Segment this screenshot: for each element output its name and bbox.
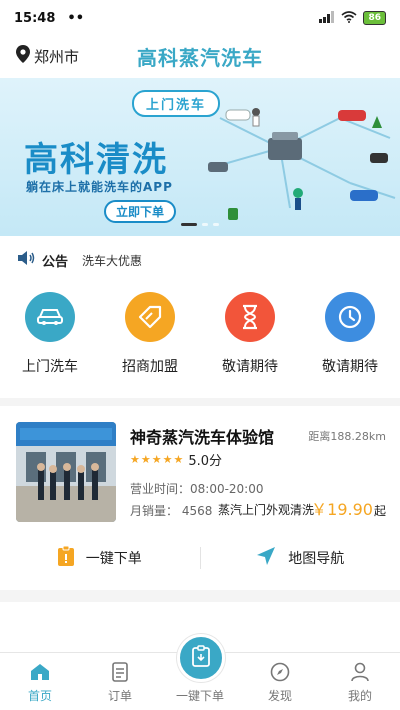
monthly-sales: 月销量： 4568 [130, 504, 213, 518]
status-time: 15:48 [14, 10, 56, 26]
shop-photo [16, 422, 116, 522]
signal-icon [319, 10, 335, 26]
tab-orders[interactable]: 订单 [80, 653, 160, 710]
section-divider [0, 398, 400, 406]
car-icon [25, 292, 75, 342]
shop-distance: 距离188.28km [308, 430, 386, 443]
quick-order-label: 一键下单 [85, 551, 142, 567]
banner-pagination [0, 223, 400, 226]
service-coming-soon-1[interactable]: 敬请期待 [200, 292, 300, 388]
service-label: 上门洗车 [22, 359, 78, 375]
banner-dot[interactable] [213, 223, 219, 226]
home-icon [30, 661, 50, 683]
star-icon: ★ [173, 453, 184, 466]
orders-icon [112, 661, 128, 683]
banner-heading: 高科清洗 [24, 140, 168, 180]
tab-label: 发现 [267, 689, 292, 703]
service-label: 敬请期待 [322, 359, 378, 375]
tab-home[interactable]: 首页 [0, 653, 80, 710]
tab-mine[interactable]: 我的 [320, 653, 400, 710]
banner-order-button[interactable]: 立即下单 [104, 200, 177, 223]
quick-order-icon [192, 645, 210, 671]
shop-rating: ★ ★ ★ ★ ★ 5.0分 [130, 450, 222, 469]
tag-icon [125, 292, 175, 342]
price-value: ￥19.90 [311, 500, 373, 519]
banner-subtitle: 躺在床上就能洗车的APP [26, 180, 173, 194]
tab-label: 首页 [27, 689, 52, 703]
tab-discover[interactable]: 发现 [240, 653, 320, 710]
location-selector[interactable]: 郑州市 [0, 45, 79, 67]
tab-label: 我的 [347, 689, 372, 703]
wifi-icon [341, 10, 357, 26]
shop-name: 神奇蒸汽洗车体验馆 [130, 428, 275, 447]
battery-indicator: 86 [363, 11, 386, 25]
service-grid: 上门洗车 招商加盟 敬请期待 敬请期待 [0, 292, 400, 388]
service-home-wash[interactable]: 上门洗车 [0, 292, 100, 388]
announcement-text[interactable]: 洗车大优惠 [82, 252, 142, 269]
speaker-icon [16, 250, 36, 270]
tab-label: 订单 [107, 689, 132, 703]
banner-dot-active[interactable] [181, 223, 197, 226]
status-dots: •• [67, 10, 85, 26]
service-price: ￥19.90起 [311, 496, 386, 520]
promo-banner[interactable]: 上门洗车 高科清洗 躺在床上就能洗车的APP 立即下单 [0, 78, 400, 236]
star-icon: ★ [151, 453, 162, 466]
status-bar: 15:48 •• 86 [0, 0, 400, 36]
map-navigation-button[interactable]: 地图导航 [201, 546, 400, 570]
service-coming-soon-2[interactable]: 敬请期待 [300, 292, 400, 388]
clock-icon [325, 292, 375, 342]
announcement-title: 公告 [42, 254, 69, 270]
price-suffix: 起 [373, 504, 386, 518]
announcement-bar[interactable]: 公告 洗车大优惠 [0, 244, 400, 276]
service-label: 敬请期待 [222, 359, 278, 375]
user-icon [350, 661, 370, 683]
compass-icon [270, 661, 290, 683]
service-franchise[interactable]: 招商加盟 [100, 292, 200, 388]
clipboard-icon [57, 545, 74, 570]
featured-service: 蒸汽上门外观清洗 [218, 503, 315, 517]
navigation-arrow-icon [256, 546, 276, 570]
tab-label: 一键下单 [175, 689, 224, 703]
map-navigation-label: 地图导航 [288, 551, 345, 567]
section-divider [0, 590, 400, 602]
banner-dot[interactable] [202, 223, 208, 226]
rating-value: 5.0分 [188, 454, 223, 469]
location-label: 郑州市 [34, 47, 80, 66]
header: 郑州市 高科蒸汽洗车 [0, 36, 400, 76]
star-icon: ★ [140, 453, 151, 466]
hourglass-icon [225, 292, 275, 342]
quick-order-fab[interactable] [177, 634, 225, 682]
star-icon: ★ [162, 453, 173, 466]
location-pin-icon [16, 45, 30, 67]
shop-actions: 一键下单 地图导航 [0, 540, 400, 576]
banner-illustration [208, 108, 396, 220]
service-label: 招商加盟 [122, 359, 178, 375]
star-icon: ★ [130, 453, 140, 466]
business-hours: 营业时间：08:00-20:00 [130, 482, 264, 496]
shop-card[interactable]: 神奇蒸汽洗车体验馆 距离188.28km ★ ★ ★ ★ ★ 5.0分 营业时间… [0, 416, 400, 536]
quick-order-button[interactable]: 一键下单 [0, 545, 200, 570]
